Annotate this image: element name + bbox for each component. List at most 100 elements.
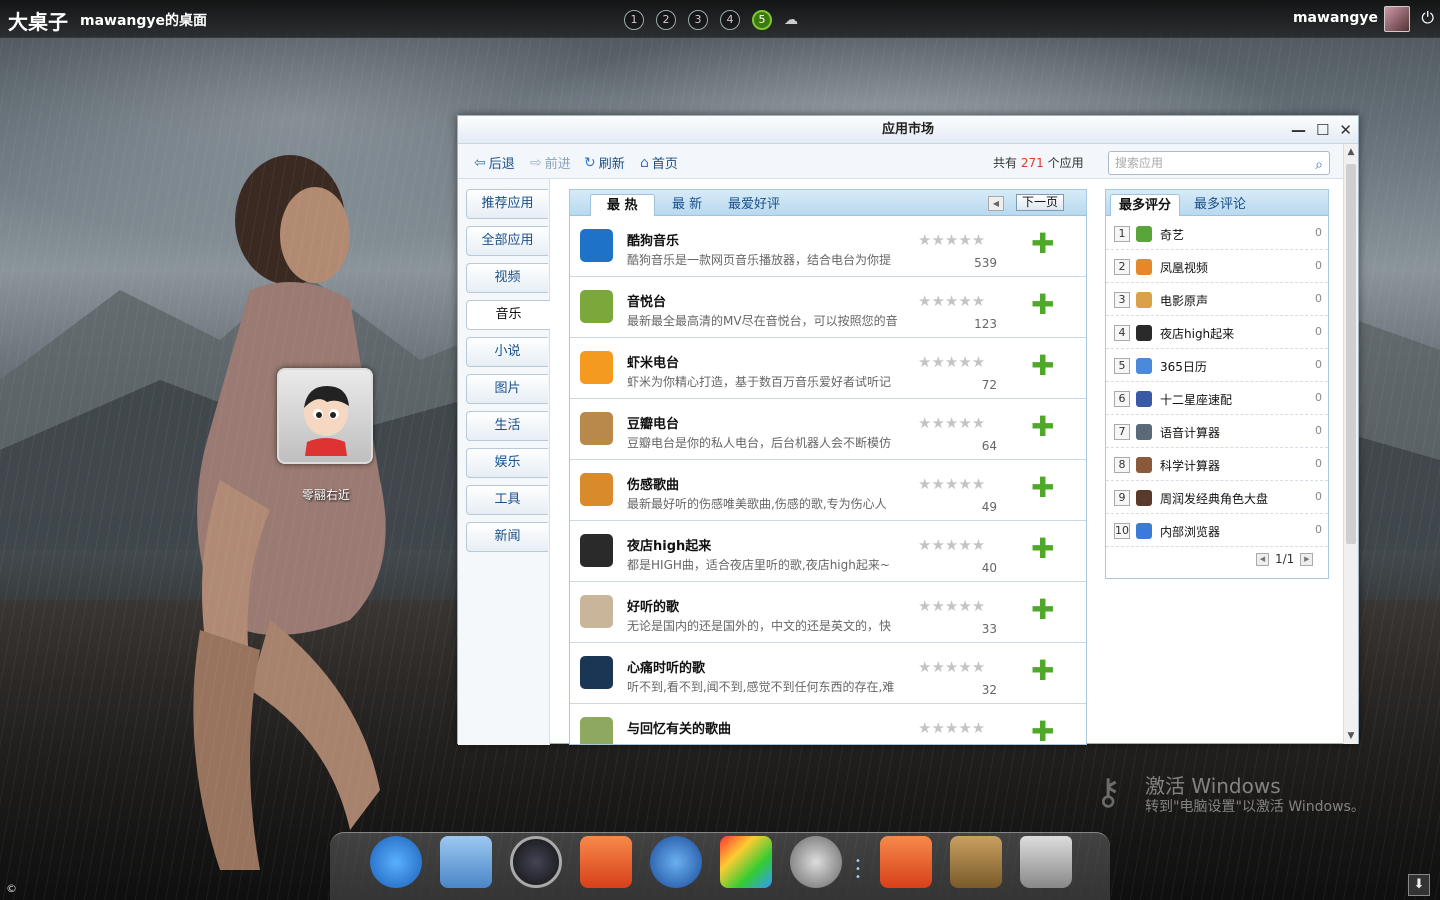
tab-newest[interactable]: 最 新 [656, 194, 718, 216]
logo[interactable]: 大桌子 [8, 6, 68, 35]
ranking-app-name[interactable]: 语音计算器 [1160, 424, 1220, 441]
add-app-button[interactable]: ✚ [1031, 413, 1054, 441]
ranking-item[interactable]: 7 语音计算器 0 [1106, 415, 1328, 448]
search-icon[interactable]: ⌕ [1315, 154, 1323, 176]
sidebar-item-entertainment[interactable]: 娱乐 [466, 448, 548, 478]
app-icon[interactable] [580, 229, 613, 262]
window-titlebar[interactable]: 应用市场 — ☐ ✕ [458, 116, 1358, 144]
sidebar-item-news[interactable]: 新闻 [466, 522, 548, 552]
desktop-3-button[interactable]: 3 [688, 10, 708, 30]
home-button[interactable]: ⌂ 首页 [640, 153, 678, 173]
rating-stars[interactable]: ★★★★★ [918, 658, 985, 676]
ranking-item[interactable]: 6 十二星座速配 0 [1106, 382, 1328, 415]
rating-stars[interactable]: ★★★★★ [918, 353, 985, 371]
forward-button[interactable]: ⇨ 前进 [530, 153, 571, 173]
desktop-5-button[interactable]: 5 [752, 10, 772, 30]
app-name[interactable]: 心痛时听的歌 [627, 657, 705, 676]
refresh-button[interactable]: ↻ 刷新 [584, 153, 625, 173]
sidebar-item-all[interactable]: 全部应用 [466, 226, 548, 256]
sidebar-item-pictures[interactable]: 图片 [466, 374, 548, 404]
app-icon[interactable] [580, 656, 613, 689]
tab-most-rated[interactable]: 最多评分 [1110, 194, 1181, 216]
sidebar-item-recommended[interactable]: 推荐应用 [466, 189, 548, 219]
tab-hottest[interactable]: 最 热 [590, 194, 655, 216]
app-store-icon[interactable] [580, 836, 632, 888]
app-store-icon-2[interactable] [880, 836, 932, 888]
ranking-next-button[interactable]: ▶ [1300, 552, 1314, 566]
maximize-icon[interactable]: ☐ [1316, 116, 1329, 144]
ranking-item[interactable]: 1 奇艺 0 [1106, 217, 1328, 250]
scroll-up-icon[interactable]: ▲ [1344, 147, 1358, 157]
scroll-down-icon[interactable]: ▼ [1344, 731, 1358, 741]
app-name[interactable]: 伤感歌曲 [627, 474, 679, 493]
sidebar-item-novel[interactable]: 小说 [466, 337, 548, 367]
trash-icon[interactable] [1020, 836, 1072, 888]
ranking-app-name[interactable]: 365日历 [1160, 358, 1207, 375]
rating-stars[interactable]: ★★★★★ [918, 475, 985, 493]
desktop-2-button[interactable]: 2 [656, 10, 676, 30]
ranking-prev-button[interactable]: ◀ [1256, 552, 1269, 566]
rating-stars[interactable]: ★★★★★ [918, 719, 985, 737]
ranking-item[interactable]: 10 内部浏览器 0 [1106, 514, 1328, 547]
ranking-app-icon[interactable] [1136, 292, 1152, 308]
ranking-app-name[interactable]: 周润发经典角色大盘 [1160, 490, 1268, 507]
ranking-app-icon[interactable] [1136, 259, 1152, 275]
books-icon[interactable] [950, 836, 1002, 888]
app-icon[interactable] [580, 717, 613, 744]
app-row[interactable]: 伤感歌曲 最新最好听的伤感唯美歌曲,伤感的歌,专为伤心人 ★★★★★ 49 ✚ [570, 460, 1086, 521]
download-icon[interactable]: ⬇ [1408, 874, 1430, 896]
add-app-button[interactable]: ✚ [1031, 718, 1054, 745]
ranking-app-name[interactable]: 内部浏览器 [1160, 523, 1220, 540]
prev-page-button[interactable]: ◀ [988, 196, 1004, 211]
app-name[interactable]: 酷狗音乐 [627, 230, 679, 249]
globe-icon[interactable] [650, 836, 702, 888]
app-row[interactable]: 音悦台 最新最全最高清的MV尽在音悦台，可以按照您的音 ★★★★★ 123 ✚ [570, 277, 1086, 338]
add-app-button[interactable]: ✚ [1031, 535, 1054, 563]
app-row[interactable]: 与回忆有关的歌曲 ★★★★★ ✚ [570, 704, 1086, 745]
user-avatar[interactable] [1384, 6, 1410, 32]
sidebar-item-life[interactable]: 生活 [466, 411, 548, 441]
ranking-app-icon[interactable] [1136, 490, 1152, 506]
ranking-app-icon[interactable] [1136, 523, 1152, 539]
window-scrollbar[interactable]: ▲ ▼ [1343, 144, 1358, 744]
add-app-button[interactable]: ✚ [1031, 291, 1054, 319]
ranking-app-name[interactable]: 夜店high起来 [1160, 325, 1234, 342]
ranking-item[interactable]: 8 科学计算器 0 [1106, 448, 1328, 481]
power-icon[interactable]: ⏻ [1421, 8, 1434, 28]
paint-icon[interactable] [720, 836, 772, 888]
ranking-app-icon[interactable] [1136, 325, 1152, 341]
scroll-thumb[interactable] [1346, 164, 1356, 544]
app-icon[interactable] [580, 534, 613, 567]
app-name[interactable]: 虾米电台 [627, 352, 679, 371]
ranking-item[interactable]: 4 夜店high起来 0 [1106, 316, 1328, 349]
sidebar-item-video[interactable]: 视频 [466, 263, 548, 293]
ranking-app-name[interactable]: 奇艺 [1160, 226, 1184, 243]
add-app-button[interactable]: ✚ [1031, 657, 1054, 685]
rating-stars[interactable]: ★★★★★ [918, 292, 985, 310]
desktop-1-button[interactable]: 1 [624, 10, 644, 30]
ranking-item[interactable]: 3 电影原声 0 [1106, 283, 1328, 316]
rating-stars[interactable]: ★★★★★ [918, 536, 985, 554]
ranking-item[interactable]: 9 周润发经典角色大盘 0 [1106, 481, 1328, 514]
tab-most-commented[interactable]: 最多评论 [1186, 194, 1254, 216]
back-button[interactable]: ⇦ 后退 [474, 153, 515, 173]
app-row[interactable]: 豆瓣电台 豆瓣电台是你的私人电台，后台机器人会不断模仿 ★★★★★ 64 ✚ [570, 399, 1086, 460]
app-name[interactable]: 豆瓣电台 [627, 413, 679, 432]
ranking-app-icon[interactable] [1136, 226, 1152, 242]
ie-icon[interactable] [370, 836, 422, 888]
ranking-app-name[interactable]: 十二星座速配 [1160, 391, 1232, 408]
app-icon[interactable] [580, 473, 613, 506]
app-row[interactable]: 夜店high起来 都是HIGH曲，适合夜店里听的歌,夜店high起来~ ★★★★★ 4… [570, 521, 1086, 582]
desktop-icon-app[interactable]: 零翮右近 [277, 368, 375, 503]
ranking-app-name[interactable]: 科学计算器 [1160, 457, 1220, 474]
ranking-item[interactable]: 2 凤凰视频 0 [1106, 250, 1328, 283]
sidebar-item-tools[interactable]: 工具 [466, 485, 548, 515]
app-row[interactable]: 虾米电台 虾米为你精心打造，基于数百万音乐爱好者试听记 ★★★★★ 72 ✚ [570, 338, 1086, 399]
desktop-4-button[interactable]: 4 [720, 10, 740, 30]
app-icon[interactable] [580, 412, 613, 445]
search-input[interactable]: 搜索应用 ⌕ [1108, 151, 1330, 175]
minimize-icon[interactable]: — [1291, 116, 1306, 144]
ranking-app-name[interactable]: 电影原声 [1160, 292, 1208, 309]
app-row[interactable]: 酷狗音乐 酷狗音乐是一款网页音乐播放器，结合电台为你提 ★★★★★ 539 ✚ [570, 216, 1086, 277]
app-icon[interactable] [580, 290, 613, 323]
